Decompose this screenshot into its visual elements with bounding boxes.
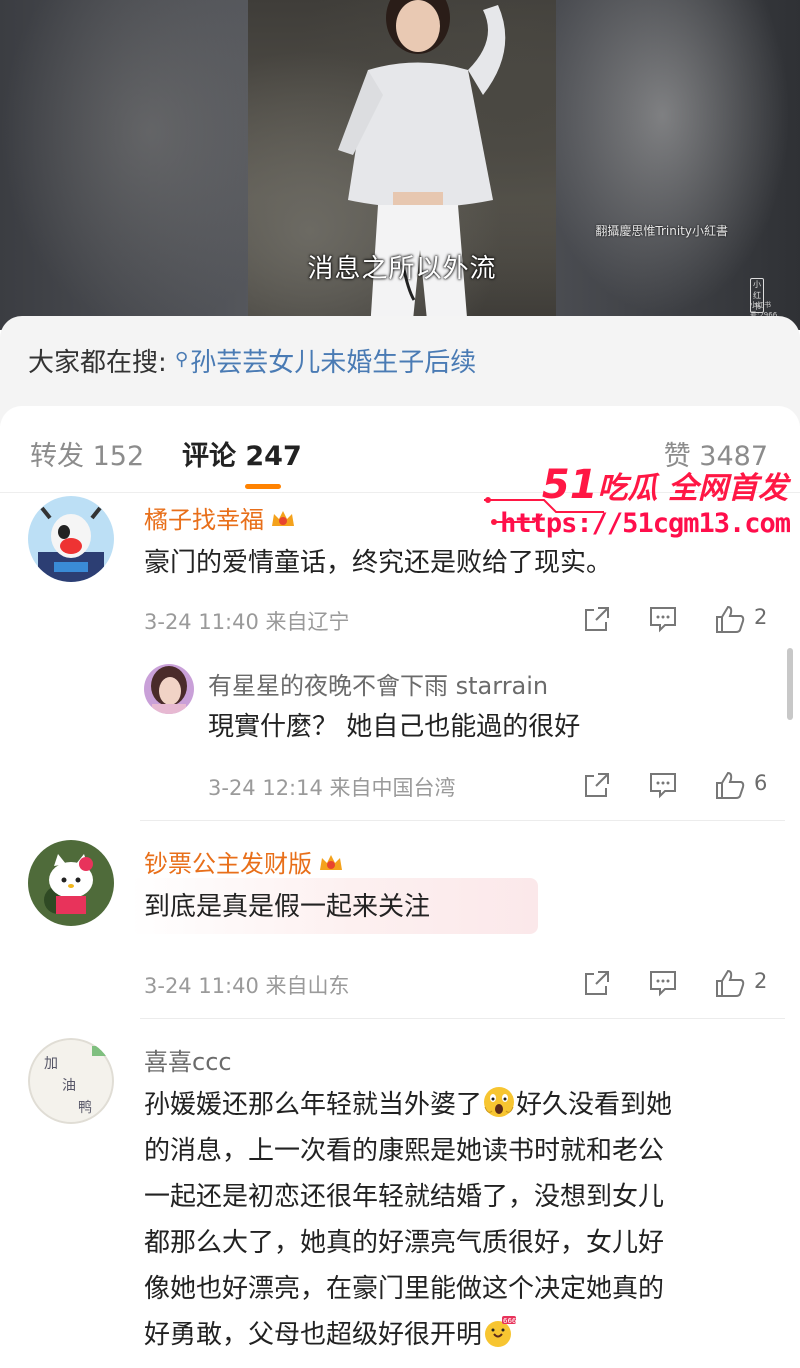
video-player[interactable]: 消息之所以外流 小红书 小红书号:2966 翻攝慶思惟Trinity小紅書 bbox=[0, 0, 800, 330]
svg-text:鸭: 鸭 bbox=[78, 1100, 92, 1116]
share-icon[interactable] bbox=[582, 604, 612, 634]
comment-actions: 2 bbox=[560, 968, 770, 998]
comment-author-name: 橘子找幸福 bbox=[144, 506, 264, 534]
avatar[interactable]: 加 油 鸭 bbox=[28, 1038, 114, 1124]
reply-actions: 6 bbox=[560, 770, 770, 800]
avatar-kitty-icon bbox=[28, 840, 114, 926]
like-icon[interactable] bbox=[714, 604, 746, 634]
scrollbar[interactable] bbox=[787, 648, 793, 720]
svg-text:油: 油 bbox=[62, 1078, 76, 1094]
reply-icon[interactable] bbox=[648, 968, 678, 998]
vip-crown-icon bbox=[272, 511, 294, 526]
avatar-girl-icon bbox=[144, 664, 194, 714]
comment-line: 像她也好漂亮，在豪门里能做这个决定她真的 bbox=[144, 1274, 665, 1304]
comment-item: 钞票公主发财版 到底是真是假一起来关注 3-24 11:40 来自山东 2 bbox=[0, 832, 800, 1022]
avatar[interactable] bbox=[28, 840, 114, 926]
comment-line: 都那么大了，她真的好漂亮气质很好，女儿好 bbox=[144, 1228, 665, 1258]
reply-icon[interactable] bbox=[648, 604, 678, 634]
comment-author-name: 钞票公主发财版 bbox=[144, 850, 312, 878]
comment-author[interactable]: 橘子找幸福 bbox=[144, 500, 296, 535]
reply-avatar[interactable] bbox=[144, 664, 194, 714]
comment-actions: 2 bbox=[560, 604, 770, 634]
search-icon: ⚲ bbox=[175, 349, 189, 370]
reply-icon[interactable] bbox=[648, 770, 678, 800]
svg-text:加: 加 bbox=[44, 1056, 58, 1072]
comment-meta: 3-24 11:40 来自辽宁 bbox=[144, 610, 350, 634]
share-icon[interactable] bbox=[582, 968, 612, 998]
avatar-handwriting-icon: 加 油 鸭 bbox=[28, 1038, 114, 1124]
avatar-cow-icon bbox=[28, 496, 114, 582]
scared-face-icon bbox=[484, 1087, 515, 1117]
comment-text: 豪门的爱情童话，终究还是败给了现实。 bbox=[144, 548, 613, 578]
video-watermark: 翻攝慶思惟Trinity小紅書 bbox=[595, 224, 728, 238]
video-blur-left bbox=[0, 0, 250, 330]
reply-text: 現實什麼？ 她自己也能過的很好 bbox=[208, 712, 581, 742]
comment-line-text: 孙媛媛还那么年轻就当外婆了 bbox=[144, 1090, 483, 1120]
video-caption: 消息之所以外流 bbox=[307, 254, 497, 284]
search-prefix: 大家都在搜: bbox=[28, 348, 176, 378]
reply-author[interactable]: 有星星的夜晚不會下雨 starrain bbox=[208, 666, 548, 701]
comment-text: 到底是真是假一起来关注 bbox=[144, 892, 431, 922]
comment-line-text: 好勇敢，父母也超级好很开明 bbox=[144, 1320, 483, 1350]
svg-text:666: 666 bbox=[503, 1317, 516, 1325]
search-query-link[interactable]: 孙芸芸女儿未婚生子后续 bbox=[190, 348, 476, 378]
comment-line: 的消息，上一次看的康熙是她读书时就和老公 bbox=[144, 1136, 665, 1166]
tab-repost[interactable]: 转发 152 bbox=[30, 434, 144, 473]
like-count: 2 bbox=[754, 605, 768, 629]
reply-meta: 3-24 12:14 来自中国台湾 bbox=[208, 776, 456, 800]
comment-author[interactable]: 喜喜ccc bbox=[144, 1042, 232, 1077]
comment-line: 孙媛媛还那么年轻就当外婆了 好久没看到她 bbox=[144, 1082, 784, 1128]
comment-meta: 3-24 11:40 来自山东 bbox=[144, 974, 350, 998]
comment-item: 加 油 鸭 喜喜ccc 孙媛媛还那么年轻就当外婆了 好久没看到她 的消息，上一次看… bbox=[0, 1030, 800, 1368]
comment-author[interactable]: 钞票公主发财版 bbox=[144, 844, 344, 879]
like-icon[interactable] bbox=[714, 968, 746, 998]
weibo-post-page: 消息之所以外流 小红书 小红书号:2966 翻攝慶思惟Trinity小紅書 大家… bbox=[0, 0, 800, 1368]
share-icon[interactable] bbox=[582, 770, 612, 800]
comment-line-text: 好久没看到她 bbox=[516, 1090, 673, 1120]
comment-text: 孙媛媛还那么年轻就当外婆了 好久没看到她 的消息，上一次看的康熙是她读书时就和老公… bbox=[144, 1082, 784, 1358]
like-count: 6 bbox=[754, 771, 768, 795]
avatar[interactable] bbox=[28, 496, 114, 582]
comment-item: 橘子找幸福 豪门的爱情童话，终究还是败给了现实。 3-24 11:40 来自辽宁… bbox=[0, 492, 800, 822]
video-frame: 消息之所以外流 小红书 小红书号:2966 bbox=[248, 0, 777, 330]
vip-crown-icon bbox=[320, 855, 342, 870]
comment-line: 好勇敢，父母也超级好很开明 666 bbox=[144, 1312, 784, 1358]
active-tab-indicator bbox=[245, 484, 281, 489]
like-count: 2 bbox=[754, 969, 768, 993]
comment-divider bbox=[140, 820, 785, 821]
like-icon[interactable] bbox=[714, 770, 746, 800]
comment-divider bbox=[140, 1018, 785, 1019]
comment-line: 一起还是初恋还很年轻就结婚了，没想到女儿 bbox=[144, 1182, 665, 1212]
thumbs-666-icon: 666 bbox=[485, 1316, 517, 1347]
